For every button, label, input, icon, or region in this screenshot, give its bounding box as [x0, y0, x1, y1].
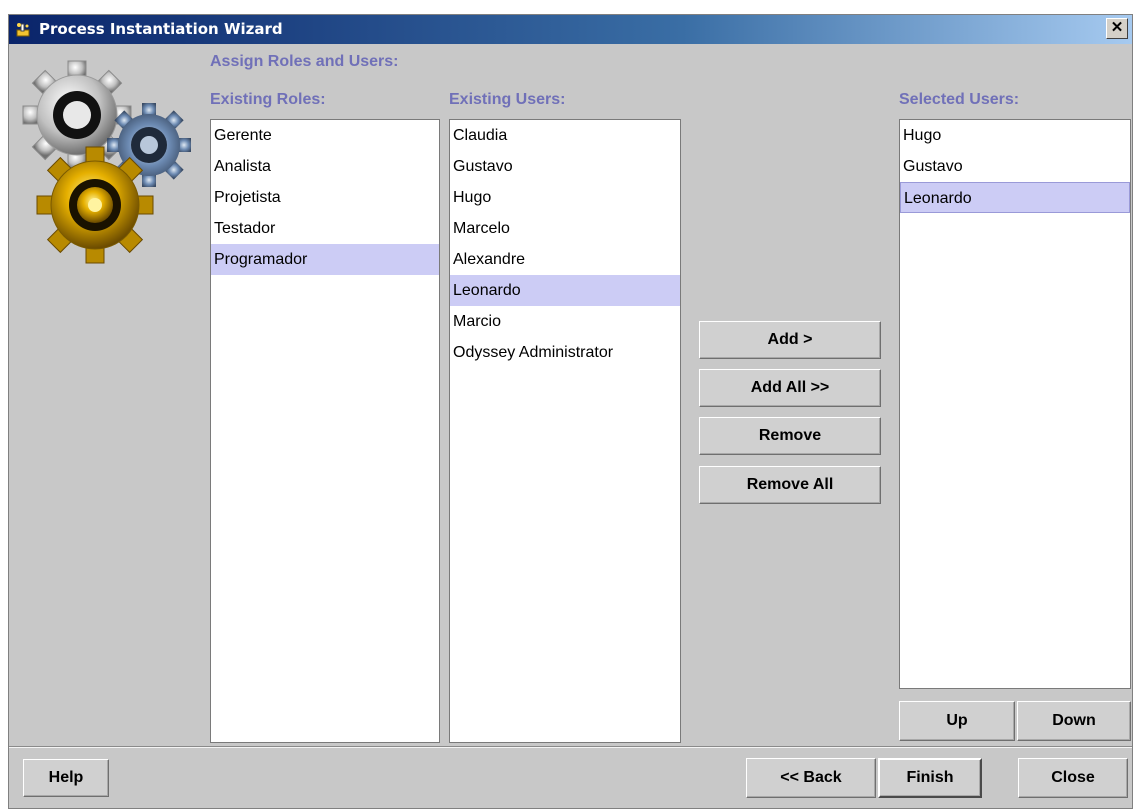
existing-users-list[interactable]: Claudia Gustavo Hugo Marcelo Alexandre L…: [449, 119, 681, 743]
down-button[interactable]: Down: [1017, 701, 1131, 741]
footer-divider: [9, 746, 1132, 748]
wizard-window: Process Instantiation Wizard ✕ Assign Ro…: [8, 14, 1133, 809]
list-item[interactable]: Projetista: [211, 182, 439, 213]
list-item[interactable]: Alexandre: [450, 244, 680, 275]
close-window-button[interactable]: ✕: [1106, 18, 1128, 39]
selected-users-list[interactable]: Hugo Gustavo Leonardo: [899, 119, 1131, 689]
up-button[interactable]: Up: [899, 701, 1015, 741]
selected-users-heading: Selected Users:: [899, 91, 1020, 108]
close-icon: ✕: [1110, 19, 1124, 36]
list-item-selected[interactable]: Leonardo: [450, 275, 680, 306]
list-item-selected[interactable]: Programador: [211, 244, 439, 275]
list-item[interactable]: Hugo: [450, 182, 680, 213]
wizard-icon: [16, 23, 30, 37]
back-button[interactable]: << Back: [746, 758, 876, 798]
finish-button[interactable]: Finish: [878, 758, 982, 798]
list-item[interactable]: Gustavo: [450, 151, 680, 182]
close-button[interactable]: Close: [1018, 758, 1128, 798]
remove-all-button[interactable]: Remove All: [699, 466, 881, 504]
list-item[interactable]: Claudia: [450, 120, 680, 151]
title-bar[interactable]: Process Instantiation Wizard ✕: [9, 15, 1132, 44]
existing-roles-list[interactable]: Gerente Analista Projetista Testador Pro…: [210, 119, 440, 743]
section-heading: Assign Roles and Users:: [210, 53, 399, 70]
list-item[interactable]: Marcio: [450, 306, 680, 337]
list-item-selected[interactable]: Leonardo: [900, 182, 1130, 213]
gears-icon: [22, 60, 191, 264]
list-item[interactable]: Gustavo: [900, 151, 1130, 182]
existing-roles-heading: Existing Roles:: [210, 91, 326, 108]
list-item[interactable]: Gerente: [211, 120, 439, 151]
help-button[interactable]: Help: [23, 759, 109, 797]
list-item[interactable]: Odyssey Administrator: [450, 337, 680, 368]
add-button[interactable]: Add >: [699, 321, 881, 359]
window-title: Process Instantiation Wizard: [39, 20, 283, 38]
list-item[interactable]: Hugo: [900, 120, 1130, 151]
list-item[interactable]: Marcelo: [450, 213, 680, 244]
list-item[interactable]: Analista: [211, 151, 439, 182]
list-item[interactable]: Testador: [211, 213, 439, 244]
add-all-button[interactable]: Add All >>: [699, 369, 881, 407]
remove-button[interactable]: Remove: [699, 417, 881, 455]
existing-users-heading: Existing Users:: [449, 91, 566, 108]
